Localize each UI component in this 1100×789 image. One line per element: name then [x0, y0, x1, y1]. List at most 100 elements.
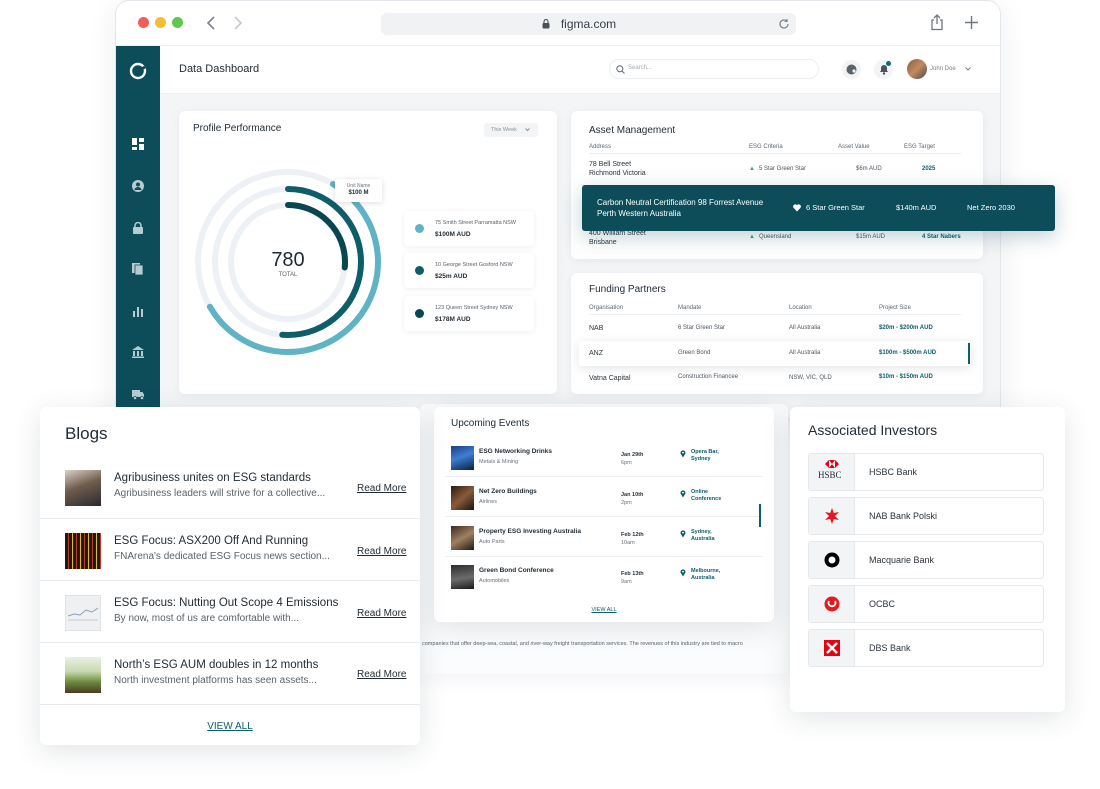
cell-mandate: Construction Financee [678, 374, 739, 380]
event-date: Jan 10th [621, 492, 644, 498]
truck-icon[interactable] [132, 388, 144, 400]
hsbc-hexagon-icon [825, 460, 839, 468]
chevron-down-icon[interactable] [965, 67, 971, 71]
chart-tooltip: Unit Name $100 M [335, 179, 382, 202]
address-bar[interactable]: figma.com [381, 13, 796, 35]
investor-name: HSBC Bank [869, 467, 918, 477]
investor-item[interactable]: NAB Bank Polski [808, 497, 1044, 535]
table-row[interactable]: 400 William Street Brisbane ▲ Queensland… [589, 228, 961, 250]
legend-item[interactable]: 123 Queen Street Sydney NSW $178M AUD [404, 296, 534, 331]
search-placeholder: Search... [628, 65, 653, 71]
blog-excerpt: North investment platforms has seen asse… [114, 675, 317, 686]
app-logo-icon[interactable] [129, 62, 147, 80]
industry-description: companies that offer deep-sea, coastal, … [422, 641, 743, 647]
legend-address: 10 George Street Gosford NSW [435, 262, 513, 268]
blog-thumbnail [65, 595, 101, 631]
header-divider [589, 314, 961, 315]
event-row[interactable]: Net Zero Buildings Airlines Jan 10th 2pm… [446, 479, 762, 517]
up-triangle-icon: ▲ [749, 234, 755, 240]
blog-item[interactable]: Agribusiness unites on ESG standards Agr… [40, 457, 420, 519]
blog-item[interactable]: North’s ESG AUM doubles in 12 months Nor… [40, 643, 420, 705]
reload-icon[interactable] [778, 18, 790, 30]
avatar[interactable] [907, 59, 927, 79]
up-triangle-icon: ▲ [749, 166, 755, 172]
blog-title[interactable]: ESG Focus: Nutting Out Scope 4 Emissions [114, 597, 338, 609]
blog-item[interactable]: ESG Focus: ASX200 Off And Running FNAren… [40, 519, 420, 581]
blog-thumbnail [65, 470, 101, 506]
investor-name: DBS Bank [869, 643, 911, 653]
events-view-all-link[interactable]: VIEW ALL [434, 607, 774, 613]
user-icon[interactable] [132, 180, 144, 192]
forward-icon[interactable] [233, 16, 243, 30]
event-location-line2: Australia [691, 575, 715, 581]
blog-thumbnail [65, 533, 101, 569]
cell-location: All Australia [789, 350, 821, 356]
maximize-window-button[interactable] [172, 17, 183, 28]
event-row[interactable]: Green Bond Conference Automobiles Feb 13… [446, 559, 762, 597]
legend-item[interactable]: 75 Smith Street Parramatta NSW $100M AUD [404, 211, 534, 246]
scrollbar-thumb[interactable] [968, 343, 970, 364]
bar-chart-icon[interactable] [132, 305, 144, 317]
highlight-address: Carbon Neutral Certification 98 Forrest … [597, 198, 764, 218]
read-more-link[interactable]: Read More [357, 669, 406, 680]
cell-target: 2025 [922, 166, 936, 172]
legend-swatch [415, 309, 424, 318]
table-row[interactable]: Vatna Capital Construction Financee NSW,… [579, 366, 969, 390]
period-filter[interactable]: This Week [484, 123, 538, 137]
table-row[interactable]: NAB 6 Star Green Star All Australia $20m… [579, 317, 969, 341]
event-row[interactable]: Property ESG Investing Australia Auto Pa… [446, 519, 762, 557]
table-row[interactable]: 78 Bell Street Richmond Victoria ▲ 5 Sta… [589, 160, 961, 182]
events-scrollbar-thumb[interactable] [759, 504, 761, 527]
location-pin-icon [680, 490, 686, 498]
read-more-link[interactable]: Read More [357, 546, 406, 557]
read-more-link[interactable]: Read More [357, 483, 406, 494]
legend-value: $178M AUD [435, 316, 471, 323]
blog-title[interactable]: North’s ESG AUM doubles in 12 months [114, 659, 318, 671]
dashboard-icon[interactable] [132, 138, 144, 150]
tooltip-label: Unit Name [346, 183, 371, 189]
asset-row-highlighted[interactable]: Carbon Neutral Certification 98 Forrest … [582, 185, 1055, 231]
blog-item[interactable]: ESG Focus: Nutting Out Scope 4 Emissions… [40, 581, 420, 643]
funding-partners-card: Funding Partners Organisation Mandate Lo… [571, 273, 983, 394]
investor-item[interactable]: Macquarie Bank [808, 541, 1044, 579]
event-row[interactable]: ESG Networking Drinks Metals & Mining Ja… [446, 439, 762, 477]
cell-size: $100m - $500m AUD [879, 350, 937, 356]
cell-org: Vatna Capital [589, 375, 631, 382]
share-icon[interactable] [930, 14, 944, 31]
read-more-link[interactable]: Read More [357, 608, 406, 619]
minimize-window-button[interactable] [155, 17, 166, 28]
back-icon[interactable] [206, 16, 216, 30]
search-input[interactable]: Search... [609, 59, 819, 79]
cell-size: $10m - $150m AUD [879, 374, 933, 380]
blog-title[interactable]: ESG Focus: ASX200 Off And Running [114, 535, 308, 547]
upcoming-events-card: Upcoming Events ESG Networking Drinks Me… [434, 407, 774, 622]
column-header: Address [589, 144, 612, 150]
investor-name: OCBC [869, 599, 896, 609]
user-name[interactable]: John Doe [930, 66, 956, 72]
investor-item[interactable]: OCBC [808, 585, 1044, 623]
dashboard-canvas: Profile Performance This Week 780 TOTAL … [160, 94, 1000, 419]
notifications-button[interactable] [874, 60, 893, 79]
blogs-view-all-link[interactable]: VIEW ALL [40, 721, 420, 732]
table-row-selected[interactable]: ANZ Green Bond All Australia $100m - $50… [579, 341, 971, 366]
cell-value: $15m AUD [856, 234, 886, 240]
cell-mandate: Green Bond [678, 350, 711, 356]
legend-value: $25m AUD [435, 273, 468, 280]
event-location-line2: Sydney [691, 456, 711, 462]
chart-thumbnail-icon [68, 607, 98, 621]
documents-icon[interactable] [132, 263, 144, 275]
legend-item[interactable]: 10 George Street Gosford NSW $25m AUD [404, 253, 534, 288]
legend-swatch [415, 266, 424, 275]
cell-target: 4 Star Nabers [922, 234, 961, 240]
blog-title[interactable]: Agribusiness unites on ESG standards [114, 472, 311, 484]
investor-item[interactable]: HSBC HSBC Bank [808, 453, 1044, 491]
theme-button[interactable] [842, 60, 861, 79]
ocbc-logo-icon [824, 596, 840, 612]
location-pin-icon [680, 450, 686, 458]
event-thumbnail [451, 526, 474, 550]
new-tab-icon[interactable] [965, 16, 978, 29]
lock-nav-icon[interactable] [132, 222, 144, 234]
investor-item[interactable]: DBS Bank [808, 629, 1044, 667]
close-window-button[interactable] [138, 17, 149, 28]
bank-icon[interactable] [132, 346, 144, 358]
